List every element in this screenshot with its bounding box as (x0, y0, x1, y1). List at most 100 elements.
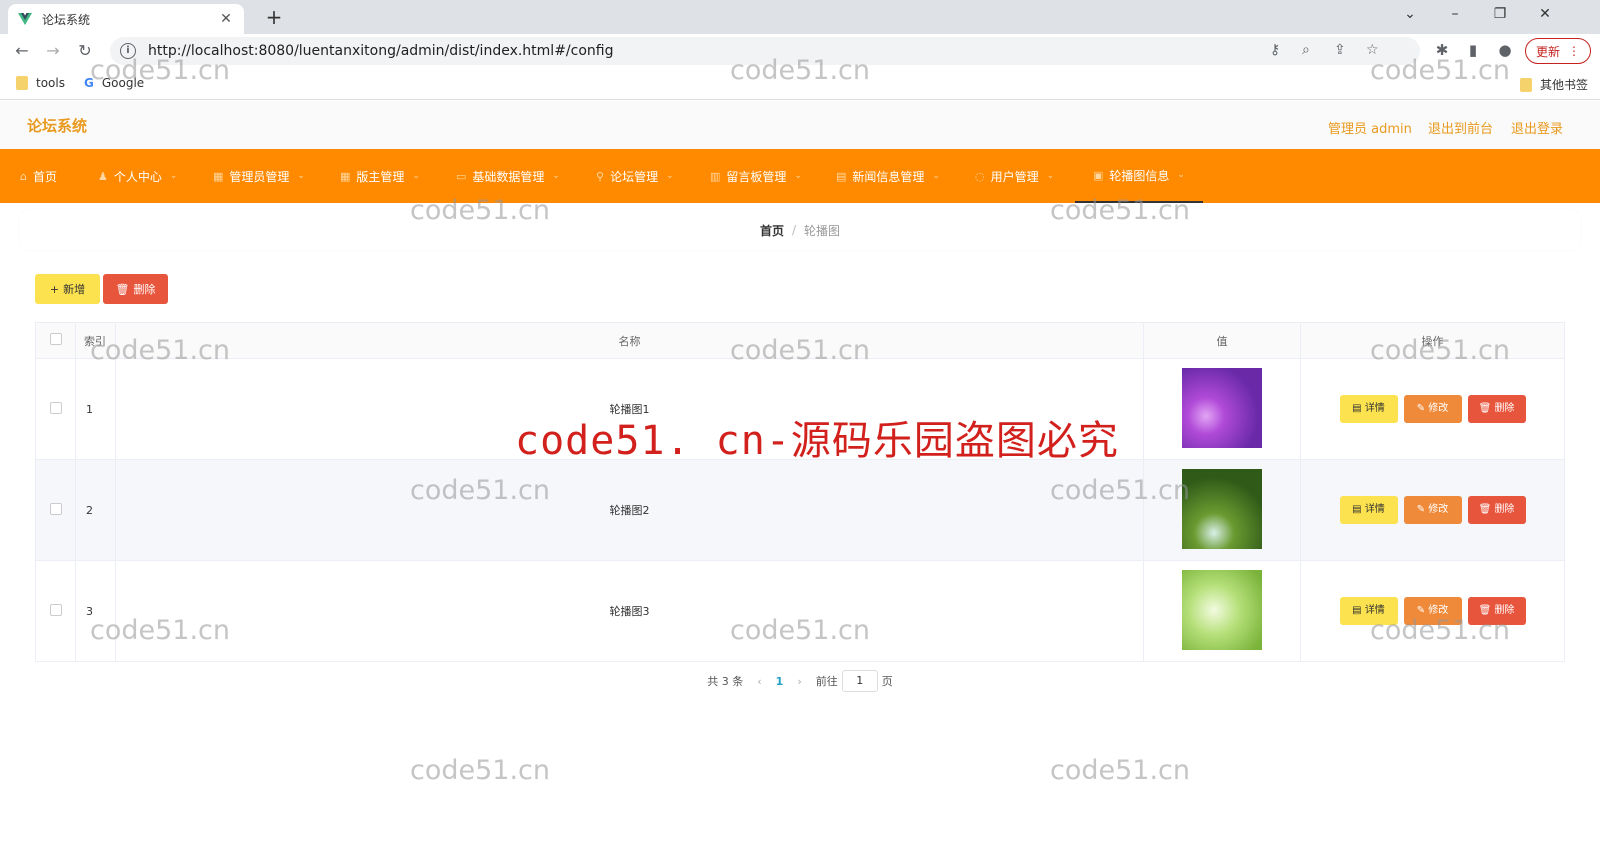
reload-icon[interactable]: ↻ (70, 41, 100, 60)
row-name: 轮播图1 (115, 358, 1144, 460)
bookmark-other[interactable]: 其他书签 (1520, 76, 1588, 93)
back-icon[interactable]: ← (7, 41, 37, 60)
exit-frontend-link[interactable]: 退出到前台 (1428, 118, 1493, 137)
key-icon[interactable]: ⚷ (1270, 42, 1280, 58)
logout-link[interactable]: 退出登录 (1511, 118, 1563, 137)
row-checkbox[interactable] (49, 502, 62, 515)
update-button[interactable]: 更新 ⋮ (1525, 38, 1591, 64)
menu-label: 留言板管理 (726, 169, 787, 184)
row-name: 轮播图3 (115, 560, 1144, 662)
row-actions: ▤ 详情 ✎ 修改 🗑 删除 (1300, 560, 1565, 662)
menu-item-carousel[interactable]: ▣ 轮播图信息 ⌄ (1075, 149, 1203, 203)
pencil-icon: ✎ (1416, 504, 1429, 515)
row-value-cell (1143, 459, 1301, 561)
select-all-checkbox[interactable] (49, 333, 62, 345)
tab-search-icon[interactable]: ⌄ (1395, 6, 1425, 22)
bookmark-label: tools (36, 76, 65, 90)
bookmark-label: Google (101, 76, 145, 90)
doc-icon: ▤ (1352, 403, 1365, 414)
row-checkbox[interactable] (49, 401, 62, 414)
home-icon: ⌂ (20, 169, 27, 183)
edit-button[interactable]: ✎ 修改 (1403, 496, 1462, 524)
row-select-cell (35, 459, 76, 561)
grid-icon: ▦ (213, 169, 224, 183)
menu-label: 管理员管理 (229, 169, 290, 184)
profile-icon[interactable]: ● (1495, 41, 1515, 59)
minimize-icon[interactable]: – (1440, 6, 1470, 22)
edit-button[interactable]: ✎ 修改 (1403, 395, 1462, 423)
tab-title: 论坛系统 (42, 12, 91, 27)
detail-button[interactable]: ▤ 详情 (1339, 395, 1398, 423)
app-header: 论坛系统 管理员 admin 退出到前台 退出登录 (0, 101, 1600, 149)
menu-item-forum[interactable]: ⚲ 论坛管理 ⌄ (596, 149, 674, 203)
menu-item-moderator[interactable]: ▦ 版主管理 ⌄ (340, 149, 420, 203)
menu-label: 用户管理 (990, 169, 1039, 184)
menu-item-users[interactable]: ◌ 用户管理 ⌄ (975, 149, 1054, 203)
zoom-icon[interactable]: ⌕ (1302, 42, 1310, 58)
row-checkbox[interactable] (49, 603, 62, 616)
forward-icon[interactable]: → (38, 41, 68, 60)
table-row: 3 轮播图3 ▤ 详情 ✎ 修改 🗑 删除 (35, 560, 1565, 662)
select-all-cell (35, 322, 76, 359)
chevron-down-icon: ⌄ (169, 171, 178, 181)
detail-button[interactable]: ▤ 详情 (1339, 496, 1398, 524)
page-number[interactable]: 1 (776, 675, 784, 688)
close-tab-icon[interactable]: ✕ (218, 11, 234, 27)
doc-icon: ▤ (1352, 605, 1365, 616)
row-name: 轮播图2 (115, 459, 1144, 561)
side-panel-icon[interactable]: ▮ (1463, 41, 1483, 59)
batch-delete-button[interactable]: 🗑 删除 (103, 274, 168, 304)
goto-page-input[interactable]: 1 (841, 670, 878, 692)
menu-item-message-board[interactable]: ▥ 留言板管理 ⌄ (710, 149, 802, 203)
menu-item-profile[interactable]: ♟ 个人中心 ⌄ (98, 149, 177, 203)
circle-icon: ◌ (975, 169, 985, 183)
menu-label: 轮播图信息 (1109, 168, 1170, 183)
trash-icon: 🗑 (1478, 403, 1495, 414)
menu-item-admin[interactable]: ▦ 管理员管理 ⌄ (213, 149, 305, 203)
delete-label: 删除 (1494, 504, 1515, 515)
chevron-down-icon: ⌄ (794, 171, 802, 181)
carousel-image-2[interactable] (1182, 468, 1262, 549)
prev-page-icon[interactable]: ‹ (757, 675, 761, 688)
column-header-actions: 操作 (1300, 322, 1565, 359)
row-actions: ▤ 详情 ✎ 修改 🗑 删除 (1300, 358, 1565, 460)
extensions-icon[interactable]: ✱ (1432, 41, 1452, 59)
next-page-icon[interactable]: › (797, 675, 801, 688)
address-bar-row: ← → ↻ i http://localhost:8080/luentanxit… (0, 34, 1600, 68)
delete-button[interactable]: 🗑 删除 (1467, 395, 1526, 423)
row-value-cell (1143, 358, 1301, 460)
edit-button[interactable]: ✎ 修改 (1403, 597, 1462, 625)
star-icon[interactable]: ☆ (1366, 42, 1379, 58)
new-tab-icon[interactable]: + (262, 6, 286, 28)
bookmark-tools[interactable]: tools (16, 76, 65, 90)
browser-tab[interactable]: 论坛系统 ✕ (8, 4, 244, 34)
delete-button[interactable]: 🗑 删除 (1467, 597, 1526, 625)
doc-icon: ▭ (456, 169, 467, 183)
watermark: code51.cn (1050, 755, 1191, 786)
chevron-down-icon: ⌄ (932, 171, 940, 181)
bookmark-google[interactable]: G Google (84, 76, 144, 90)
carousel-image-3[interactable] (1182, 569, 1262, 650)
share-icon[interactable]: ⇪ (1334, 42, 1346, 58)
chevron-down-icon: ⌄ (552, 171, 560, 181)
detail-button[interactable]: ▤ 详情 (1339, 597, 1398, 625)
window-close-icon[interactable]: ✕ (1530, 6, 1560, 22)
menu-item-news[interactable]: ▤ 新闻信息管理 ⌄ (836, 149, 940, 203)
url-text[interactable]: http://localhost:8080/luentanxitong/admi… (148, 43, 613, 59)
table-header-row: 索引 名称 值 操作 (35, 322, 1565, 359)
address-bar[interactable]: i http://localhost:8080/luentanxitong/ad… (110, 37, 1420, 65)
row-index: 3 (75, 560, 116, 662)
add-button[interactable]: + 新增 (35, 274, 100, 304)
site-info-icon[interactable]: i (120, 43, 136, 59)
restore-icon[interactable]: ❐ (1485, 6, 1515, 22)
menu-item-home[interactable]: ⌂ 首页 (20, 149, 57, 203)
carousel-table: 索引 名称 值 操作 1 轮播图1 ▤ 详情✎ 修改🗑 删除 2 轮播图2 (35, 322, 1565, 662)
carousel-image-1[interactable] (1182, 367, 1262, 448)
row-index: 1 (75, 358, 116, 460)
admin-user-link[interactable]: 管理员 admin (1328, 118, 1412, 137)
delete-button[interactable]: 🗑 删除 (1467, 496, 1526, 524)
table-row: 2 轮播图2 ▤ 详情 ✎ 修改 🗑 删除 (35, 459, 1565, 561)
menu-item-basic-data[interactable]: ▭ 基础数据管理 ⌄ (456, 149, 560, 203)
delete-label: 删除 (1494, 605, 1515, 616)
breadcrumb-home[interactable]: 首页 (760, 222, 784, 239)
